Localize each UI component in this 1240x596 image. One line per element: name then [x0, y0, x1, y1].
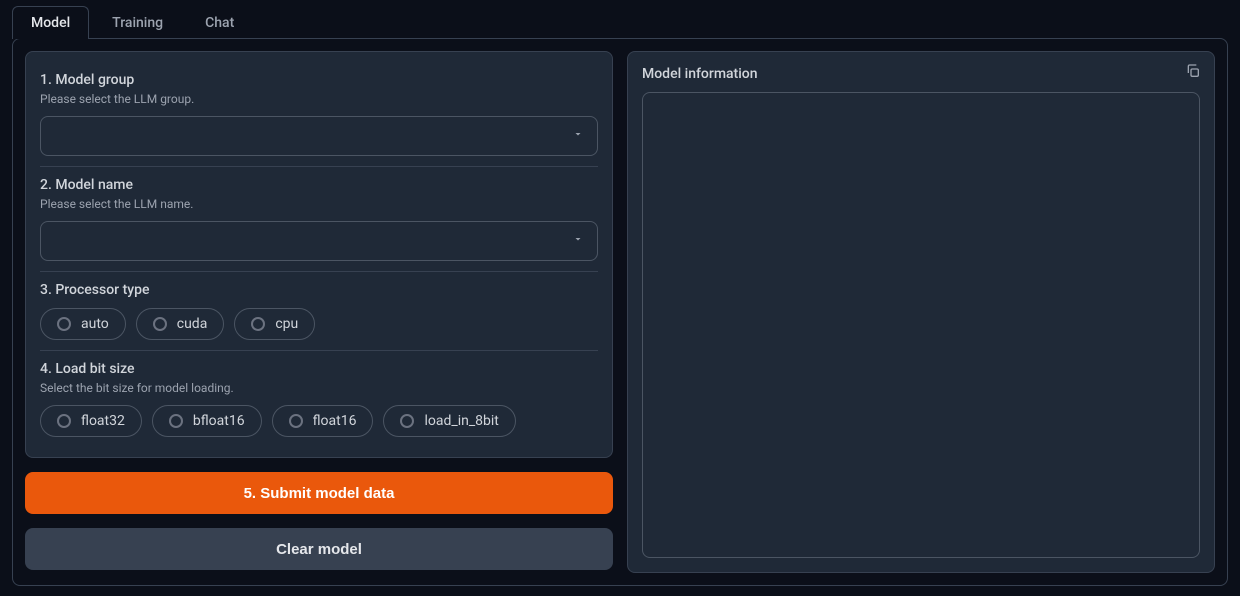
radio-float16[interactable]: float16: [272, 405, 374, 437]
load-bit-desc: Select the bit size for model loading.: [40, 381, 598, 395]
radio-icon: [289, 414, 303, 428]
radio-auto[interactable]: auto: [40, 308, 126, 340]
panel-container: 1. Model group Please select the LLM gro…: [12, 38, 1228, 586]
radio-label: float16: [313, 413, 357, 429]
radio-icon: [153, 317, 167, 331]
tabs: Model Training Chat: [0, 0, 1240, 39]
copy-icon[interactable]: [1182, 60, 1204, 82]
field-model-group: 1. Model group Please select the LLM gro…: [40, 62, 598, 167]
load-bit-title: 4. Load bit size: [40, 361, 598, 377]
radio-label: cuda: [177, 316, 208, 332]
right-column: Model information: [627, 51, 1215, 573]
left-column: 1. Model group Please select the LLM gro…: [25, 51, 613, 573]
field-model-name: 2. Model name Please select the LLM name…: [40, 167, 598, 272]
radio-label: float32: [81, 413, 125, 429]
tab-training[interactable]: Training: [93, 6, 182, 39]
processor-type-options: auto cuda cpu: [40, 308, 598, 340]
field-processor-type: 3. Processor type auto cuda cpu: [40, 272, 598, 351]
radio-load-in-8bit[interactable]: load_in_8bit: [383, 405, 515, 437]
model-name-title: 2. Model name: [40, 177, 598, 193]
radio-icon: [57, 317, 71, 331]
model-info-title: Model information: [642, 66, 1200, 82]
radio-float32[interactable]: float32: [40, 405, 142, 437]
radio-label: load_in_8bit: [424, 413, 498, 429]
radio-cuda[interactable]: cuda: [136, 308, 225, 340]
radio-cpu[interactable]: cpu: [234, 308, 315, 340]
tab-chat[interactable]: Chat: [186, 6, 253, 39]
model-group-desc: Please select the LLM group.: [40, 92, 598, 106]
model-group-select[interactable]: [40, 116, 598, 156]
radio-icon: [169, 414, 183, 428]
form-block: 1. Model group Please select the LLM gro…: [25, 51, 613, 458]
radio-label: bfloat16: [193, 413, 245, 429]
processor-type-title: 3. Processor type: [40, 282, 598, 298]
model-name-select-wrap: [40, 221, 598, 261]
radio-label: cpu: [275, 316, 298, 332]
radio-icon: [400, 414, 414, 428]
radio-bfloat16[interactable]: bfloat16: [152, 405, 262, 437]
radio-label: auto: [81, 316, 109, 332]
radio-icon: [57, 414, 71, 428]
tab-model[interactable]: Model: [12, 6, 89, 39]
model-info-block: Model information: [627, 51, 1215, 573]
model-group-title: 1. Model group: [40, 72, 598, 88]
model-name-desc: Please select the LLM name.: [40, 197, 598, 211]
load-bit-options: float32 bfloat16 float16 load_in_8bit: [40, 405, 598, 437]
model-info-output[interactable]: [642, 92, 1200, 558]
field-load-bit-size: 4. Load bit size Select the bit size for…: [40, 351, 598, 447]
model-group-select-wrap: [40, 116, 598, 156]
clear-button[interactable]: Clear model: [25, 528, 613, 570]
model-name-select[interactable]: [40, 221, 598, 261]
submit-button[interactable]: 5. Submit model data: [25, 472, 613, 514]
radio-icon: [251, 317, 265, 331]
